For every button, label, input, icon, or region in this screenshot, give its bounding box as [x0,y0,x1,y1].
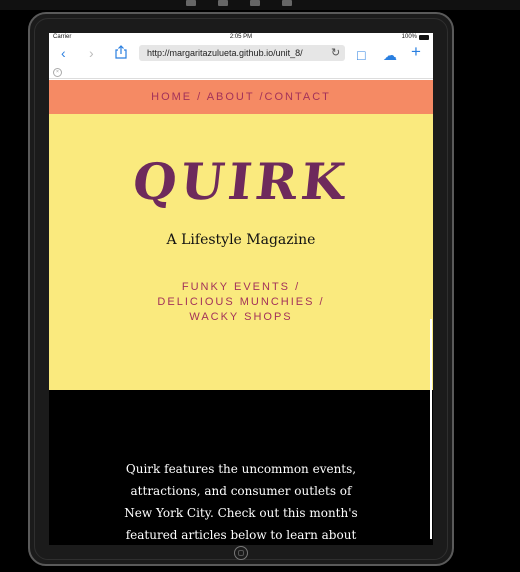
site-nav: HOME / ABOUT /CONTACT [49,80,433,114]
tagline: A Lifestyle Magazine [166,232,316,248]
simulator-control-icon[interactable] [186,0,196,6]
simulator-control-icon[interactable] [250,0,260,6]
tab-close-icon[interactable]: × [53,68,62,77]
hero-section: QUIRK A Lifestyle Magazine FUNKY EVENTS … [49,114,433,390]
web-page: HOME / ABOUT /CONTACT QUIRK A Lifestyle … [49,80,433,545]
scrollbar[interactable] [430,319,432,539]
feature-links: FUNKY EVENTS / DELICIOUS MUNCHIES / WACK… [49,280,433,325]
status-time: 2:05 PM [229,34,253,40]
link-delicious-munchies[interactable]: DELICIOUS MUNCHIES / [49,295,433,310]
simulator-control-icon[interactable] [218,0,228,6]
reload-icon[interactable]: ↻ [331,45,340,61]
back-button[interactable]: ‹ [61,44,66,62]
address-bar[interactable]: http://margaritazulueta.github.io/unit_8… [139,45,345,61]
status-bar: Carrier 2:05 PM 100% [49,33,433,42]
nav-separator: / [192,91,207,103]
nav-link-home[interactable]: HOME [151,91,192,103]
battery-icon [419,35,429,40]
nav-separator: / [254,91,265,103]
battery-percent: 100% [401,34,417,40]
link-funky-events[interactable]: FUNKY EVENTS / [49,280,433,295]
bookmarks-icon[interactable]: □ [357,46,365,64]
forward-button[interactable]: › [89,44,94,62]
browser-toolbar: ‹ › http://margaritazulueta.github.io/un… [49,42,433,66]
site-logo: QUIRK [130,152,352,211]
intro-section: Quirk features the uncommon events, attr… [49,390,433,545]
simulator-control-icon[interactable] [282,0,292,6]
share-icon[interactable] [115,45,127,59]
icloud-tabs-icon[interactable]: ☁ [383,46,397,64]
new-tab-button[interactable]: + [411,43,421,61]
intro-text: Quirk features the uncommon events, attr… [124,462,358,542]
link-wacky-shops[interactable]: WACKY SHOPS [49,310,433,325]
nav-link-contact[interactable]: CONTACT [265,91,331,103]
device-screen: Carrier 2:05 PM 100% ‹ › http://margarit… [49,33,433,545]
nav-link-about[interactable]: ABOUT [207,91,255,103]
tab-bar: × [49,66,433,79]
simulator-toolbar [0,0,520,10]
home-button[interactable] [234,546,248,560]
